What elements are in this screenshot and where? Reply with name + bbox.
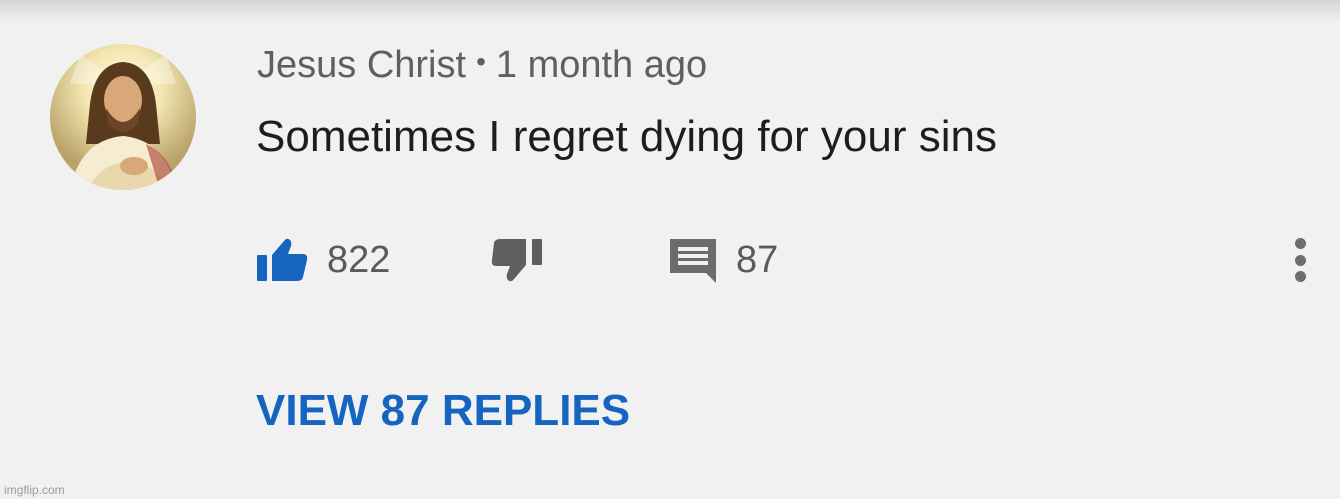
- comment-meta: Jesus Christ • 1 month ago: [257, 44, 707, 87]
- more-dot: [1294, 271, 1306, 282]
- avatar[interactable]: [50, 44, 196, 190]
- meta-separator: •: [476, 46, 486, 77]
- more-vertical-icon[interactable]: [1290, 236, 1310, 284]
- like-button[interactable]: 822: [257, 236, 390, 284]
- reply-button[interactable]: 87: [668, 236, 778, 284]
- more-dot: [1294, 238, 1306, 249]
- watermark: imgflip.com: [4, 483, 65, 497]
- comment-icon: [670, 239, 716, 283]
- like-count: 822: [327, 238, 391, 281]
- dislike-button[interactable]: [490, 236, 546, 284]
- view-replies-button[interactable]: VIEW 87 REPLIES: [256, 386, 630, 436]
- more-dot: [1294, 254, 1306, 266]
- author-name[interactable]: Jesus Christ: [257, 44, 466, 86]
- jesus-portrait-avatar-icon: [50, 44, 196, 190]
- thumbs-down-icon: [491, 239, 542, 282]
- top-shadow: [0, 0, 1340, 22]
- comment-text: Sometimes I regret dying for your sins: [256, 112, 997, 161]
- comment-timestamp[interactable]: 1 month ago: [496, 44, 707, 86]
- thumbs-up-icon: [257, 238, 308, 281]
- reply-count: 87: [736, 238, 779, 281]
